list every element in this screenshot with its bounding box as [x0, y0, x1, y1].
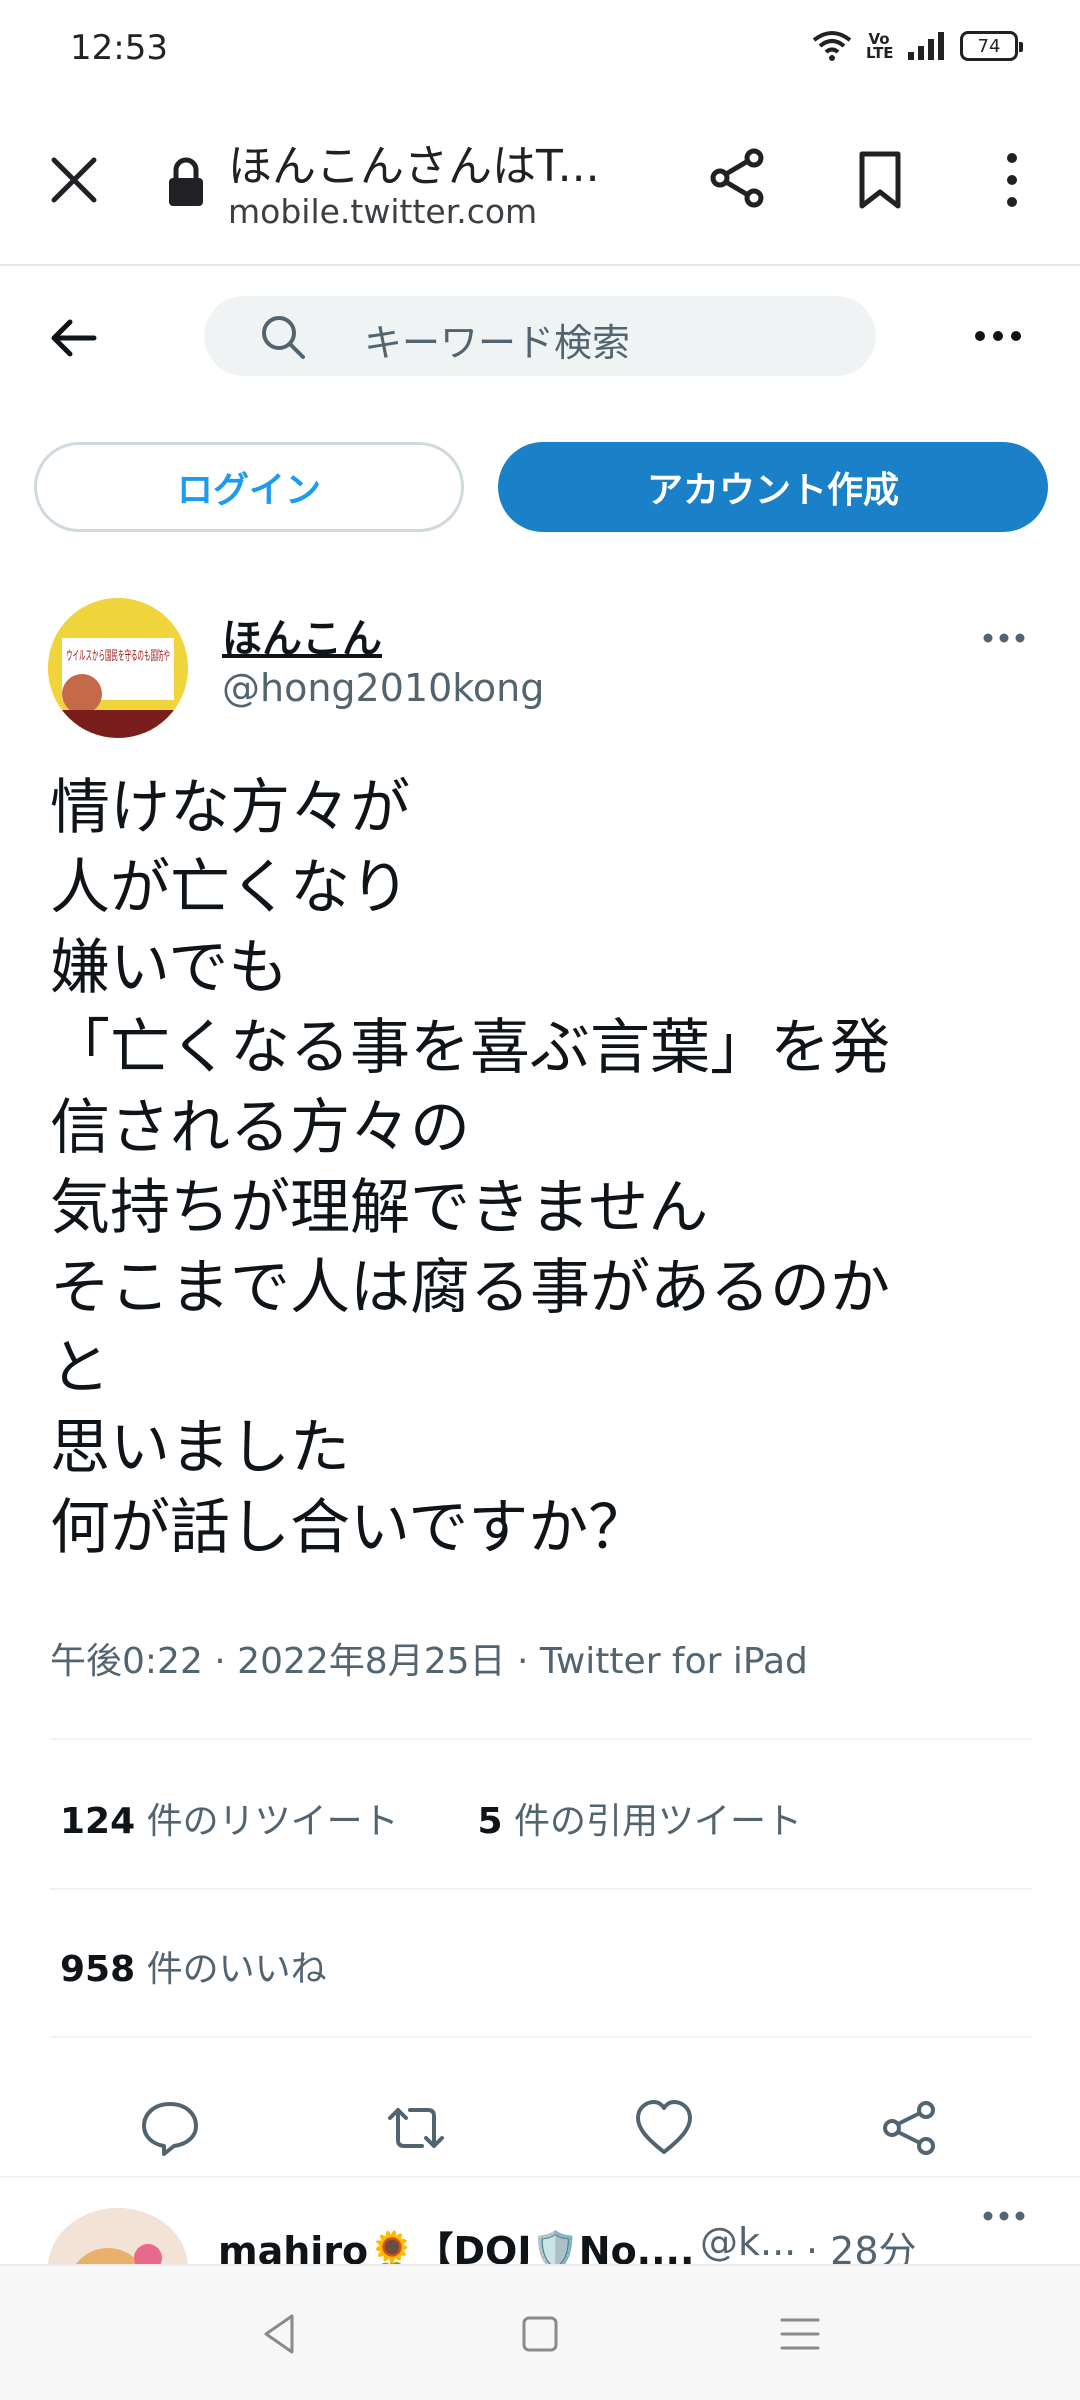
signal-icon	[908, 32, 944, 60]
tweet-line: 信される方々の	[50, 1093, 470, 1163]
share-icon[interactable]	[706, 146, 770, 210]
auth-buttons: ログイン アカウント作成	[0, 442, 1080, 534]
reply-handle[interactable]: @k...	[700, 2220, 796, 2264]
search-icon	[262, 316, 305, 359]
url-host[interactable]: mobile.twitter.com	[228, 192, 537, 231]
divider	[50, 2036, 1032, 2038]
quotes-link[interactable]: 5 件の引用ツイート	[478, 1801, 803, 1842]
quotes-label: 件の引用ツイート	[502, 1801, 803, 1842]
battery-indicator: 74	[960, 31, 1023, 61]
retweets-count: 124	[60, 1801, 136, 1842]
display-name[interactable]: ほんこん	[222, 606, 382, 664]
tweet-more-icon[interactable]	[976, 610, 1032, 666]
tweet-line: そこまで人は腐る事があるのか	[50, 1253, 890, 1323]
tweet-line: 嫌いでも	[50, 933, 289, 1003]
system-nav-bar	[0, 2264, 1080, 2400]
twitter-header: キーワード検索	[0, 268, 1080, 408]
avatar-image: ウイルスから国民を守るのも国防や	[48, 598, 188, 738]
volte-indicator: Vo LTE	[866, 30, 894, 62]
browser-toolbar: ほんこんさんはT... mobile.twitter.com	[0, 100, 1080, 266]
back-arrow-icon[interactable]	[44, 308, 104, 368]
user-handle[interactable]: @hong2010kong	[222, 666, 544, 710]
tweet-line: と	[50, 1333, 110, 1403]
tweet-text: 情けな方々が 人が亡くなり 嫌いでも 「亡くなる事を喜ぶ言葉」を発 信される方々…	[50, 768, 1010, 1568]
page-title[interactable]: ほんこんさんはT...	[228, 130, 600, 194]
avatar-text: ウイルスから国民を守るのも国防や	[66, 648, 170, 664]
likes-label: 件のいいね	[135, 1949, 327, 1990]
tweet-line: 人が亡くなり	[50, 853, 410, 923]
reply-time[interactable]: · 28分	[806, 2220, 917, 2264]
tweet-line: 「亡くなる事を喜ぶ言葉」を発	[50, 1013, 890, 1083]
retweet-stats: 124 件のリツイート 5 件の引用ツイート	[60, 1792, 802, 1844]
signup-button[interactable]: アカウント作成	[498, 442, 1048, 532]
tweet-timestamp[interactable]: 午後0:22 · 2022年8月25日 · Twitter for iPad	[50, 1632, 808, 1684]
close-icon[interactable]	[44, 150, 104, 210]
reply-avatar-image	[48, 2208, 188, 2264]
more-icon[interactable]	[970, 308, 1026, 364]
reply-display-name[interactable]: mahiro🌻【DOJ🛡️No....	[218, 2220, 694, 2264]
retweets-link[interactable]: 124 件のリツイート	[60, 1801, 399, 1842]
nav-home-icon[interactable]	[514, 2308, 566, 2360]
tweet-actions	[0, 2066, 1080, 2186]
share-tweet-icon[interactable]	[878, 2096, 942, 2160]
login-button[interactable]: ログイン	[34, 442, 464, 532]
quotes-count: 5	[477, 1801, 503, 1842]
nav-menu-icon[interactable]	[774, 2308, 826, 2360]
avatar[interactable]: ウイルスから国民を守るのも国防や	[48, 598, 188, 738]
likes-stats[interactable]: 958 件のいいね	[60, 1940, 327, 1992]
lock-icon	[169, 157, 203, 206]
bookmark-icon[interactable]	[848, 148, 912, 212]
reply-icon[interactable]	[138, 2096, 202, 2160]
tweet-line: 何が話し合いですか？	[50, 1493, 649, 1563]
divider	[50, 1738, 1032, 1740]
status-bar: 12:53 Vo LTE 74	[0, 0, 1080, 96]
retweet-icon[interactable]	[384, 2096, 448, 2160]
status-time: 12:53	[70, 28, 168, 68]
wifi-icon	[812, 31, 852, 61]
retweets-label: 件のリツイート	[135, 1801, 399, 1842]
divider	[50, 1888, 1032, 1890]
status-icons: Vo LTE 74	[812, 30, 1023, 62]
search-input[interactable]: キーワード検索	[204, 296, 876, 376]
like-icon[interactable]	[632, 2096, 696, 2160]
nav-back-icon[interactable]	[254, 2308, 306, 2360]
search-placeholder: キーワード検索	[364, 321, 631, 365]
tweet-line: 気持ちが理解できません	[50, 1173, 709, 1243]
tweet-line: 思いました	[50, 1413, 350, 1483]
overflow-menu-icon[interactable]	[992, 148, 1032, 212]
reply-tweet[interactable]: mahiro🌻【DOJ🛡️No.... @k... · 28分	[0, 2176, 1080, 2264]
tweet-line: 情けな方々が	[50, 773, 410, 843]
likes-count: 958	[60, 1949, 136, 1990]
reply-more-icon[interactable]	[976, 2188, 1032, 2244]
reply-avatar[interactable]	[48, 2208, 188, 2264]
